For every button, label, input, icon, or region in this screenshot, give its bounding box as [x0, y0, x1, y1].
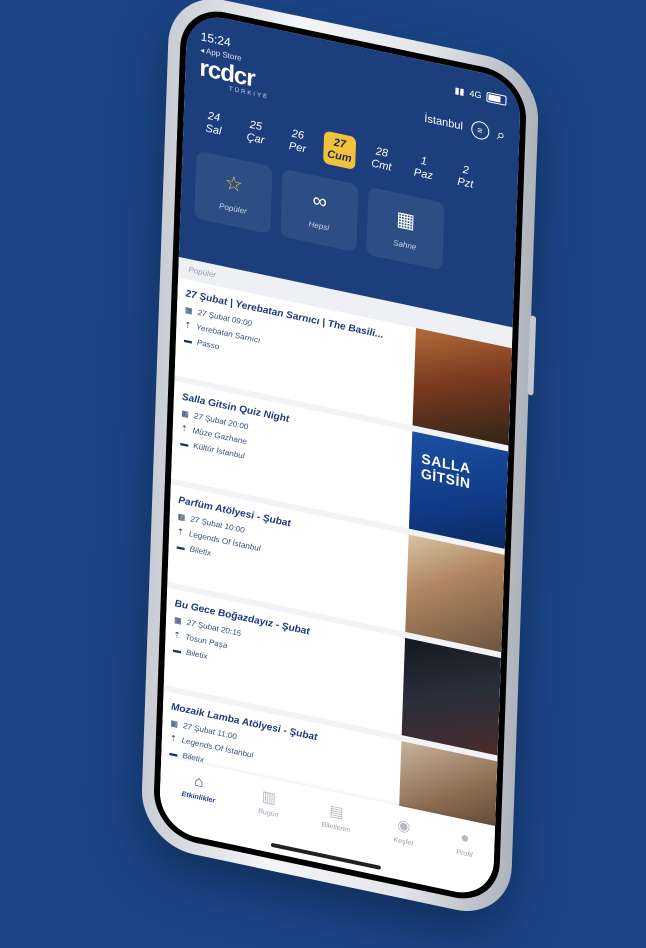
- map-icon: ▥: [261, 787, 277, 808]
- ticket-icon: ▬: [180, 438, 189, 449]
- tab-label: Profil: [456, 848, 473, 860]
- category-label: Popüler: [218, 201, 247, 217]
- date-item[interactable]: 1 Paz: [407, 148, 440, 188]
- tab-tickets[interactable]: ▤ Biletlerim: [321, 799, 351, 834]
- stage: 15:24 ▮▮ 4G ◂ App Store rcdcr TÜRKIYE İs…: [0, 0, 646, 948]
- event-thumbnail: [405, 534, 505, 653]
- tab-label: Bugün: [258, 807, 279, 820]
- event-venue: Tosun Paşa: [185, 632, 228, 651]
- date-item-selected[interactable]: 27 Cum: [323, 130, 357, 171]
- compass-icon: ◉: [397, 816, 411, 837]
- phone-mockup: 15:24 ▮▮ 4G ◂ App Store rcdcr TÜRKIYE İs…: [140, 0, 540, 922]
- event-vendor: Biletix: [185, 647, 208, 662]
- phone-screen: 15:24 ▮▮ 4G ◂ App Store rcdcr TÜRKIYE İs…: [152, 3, 528, 907]
- location-pin-icon: ⇡: [173, 630, 181, 641]
- category-all[interactable]: ∞ Hepsi: [280, 168, 359, 253]
- tab-today[interactable]: ▥ Bugün: [258, 786, 279, 819]
- calendar-icon: ▦: [170, 718, 179, 729]
- profile-icon: ●: [460, 828, 470, 848]
- ticket-icon: ▬: [176, 541, 185, 553]
- city-selector[interactable]: İstanbul: [424, 113, 463, 133]
- tab-label: Keşfet: [393, 836, 414, 848]
- ticket-icon: ▤: [329, 802, 344, 822]
- category-label: Hepsi: [308, 219, 330, 233]
- calendar-icon: ▦: [173, 615, 182, 626]
- date-item[interactable]: 2 Pzt: [449, 157, 482, 197]
- event-thumbnail: [401, 637, 502, 756]
- event-vendor: Passo: [196, 337, 220, 352]
- location-pin-icon: ⇡: [184, 320, 192, 331]
- network-label: 4G: [469, 88, 482, 101]
- location-pin-icon: ⇡: [177, 526, 185, 538]
- event-thumbnail: SALLA GİTSİN: [408, 431, 509, 549]
- location-pin-icon: ⇡: [169, 733, 177, 744]
- tab-events[interactable]: ⌂ Etkinlikler: [182, 770, 216, 805]
- category-stage[interactable]: ▦ Sahne: [366, 187, 445, 271]
- event-thumbnail: [412, 327, 512, 446]
- thumbnail-text: SALLA GİTSİN: [420, 450, 471, 492]
- tab-label: Biletlerim: [321, 821, 351, 835]
- signal-icon: ▮▮: [454, 84, 465, 97]
- date-item[interactable]: 26 Per: [281, 122, 314, 162]
- app-display: 15:24 ▮▮ 4G ◂ App Store rcdcr TÜRKIYE İs…: [158, 10, 522, 900]
- event-vendor: Biletix: [189, 544, 212, 558]
- calendar-icon: ▦: [177, 511, 186, 523]
- category-popular[interactable]: ☆ Popüler: [194, 150, 273, 235]
- calendar-icon: ▦: [181, 408, 190, 420]
- category-label: Sahne: [393, 238, 417, 253]
- tab-label: Etkinlikler: [181, 790, 216, 805]
- date-item[interactable]: 25 Çar: [239, 113, 272, 153]
- filter-icon[interactable]: ≡: [470, 119, 490, 142]
- location-pin-icon: ⇡: [180, 423, 188, 434]
- star-icon: ☆: [224, 171, 244, 198]
- ticket-icon: ▬: [172, 644, 182, 656]
- battery-icon: [486, 91, 507, 106]
- infinity-icon: ∞: [312, 189, 328, 215]
- stage-icon: ▦: [395, 208, 416, 234]
- home-icon: ⌂: [194, 772, 204, 792]
- date-item[interactable]: 24 Sal: [197, 104, 230, 144]
- tab-discover[interactable]: ◉ Keşfet: [393, 815, 414, 848]
- calendar-icon: ▦: [184, 305, 193, 316]
- date-item[interactable]: 28 Cmt: [365, 139, 398, 179]
- ticket-icon: ▬: [183, 335, 193, 346]
- search-icon[interactable]: ⌕: [497, 125, 506, 144]
- tab-profile[interactable]: ● Profil: [456, 828, 473, 859]
